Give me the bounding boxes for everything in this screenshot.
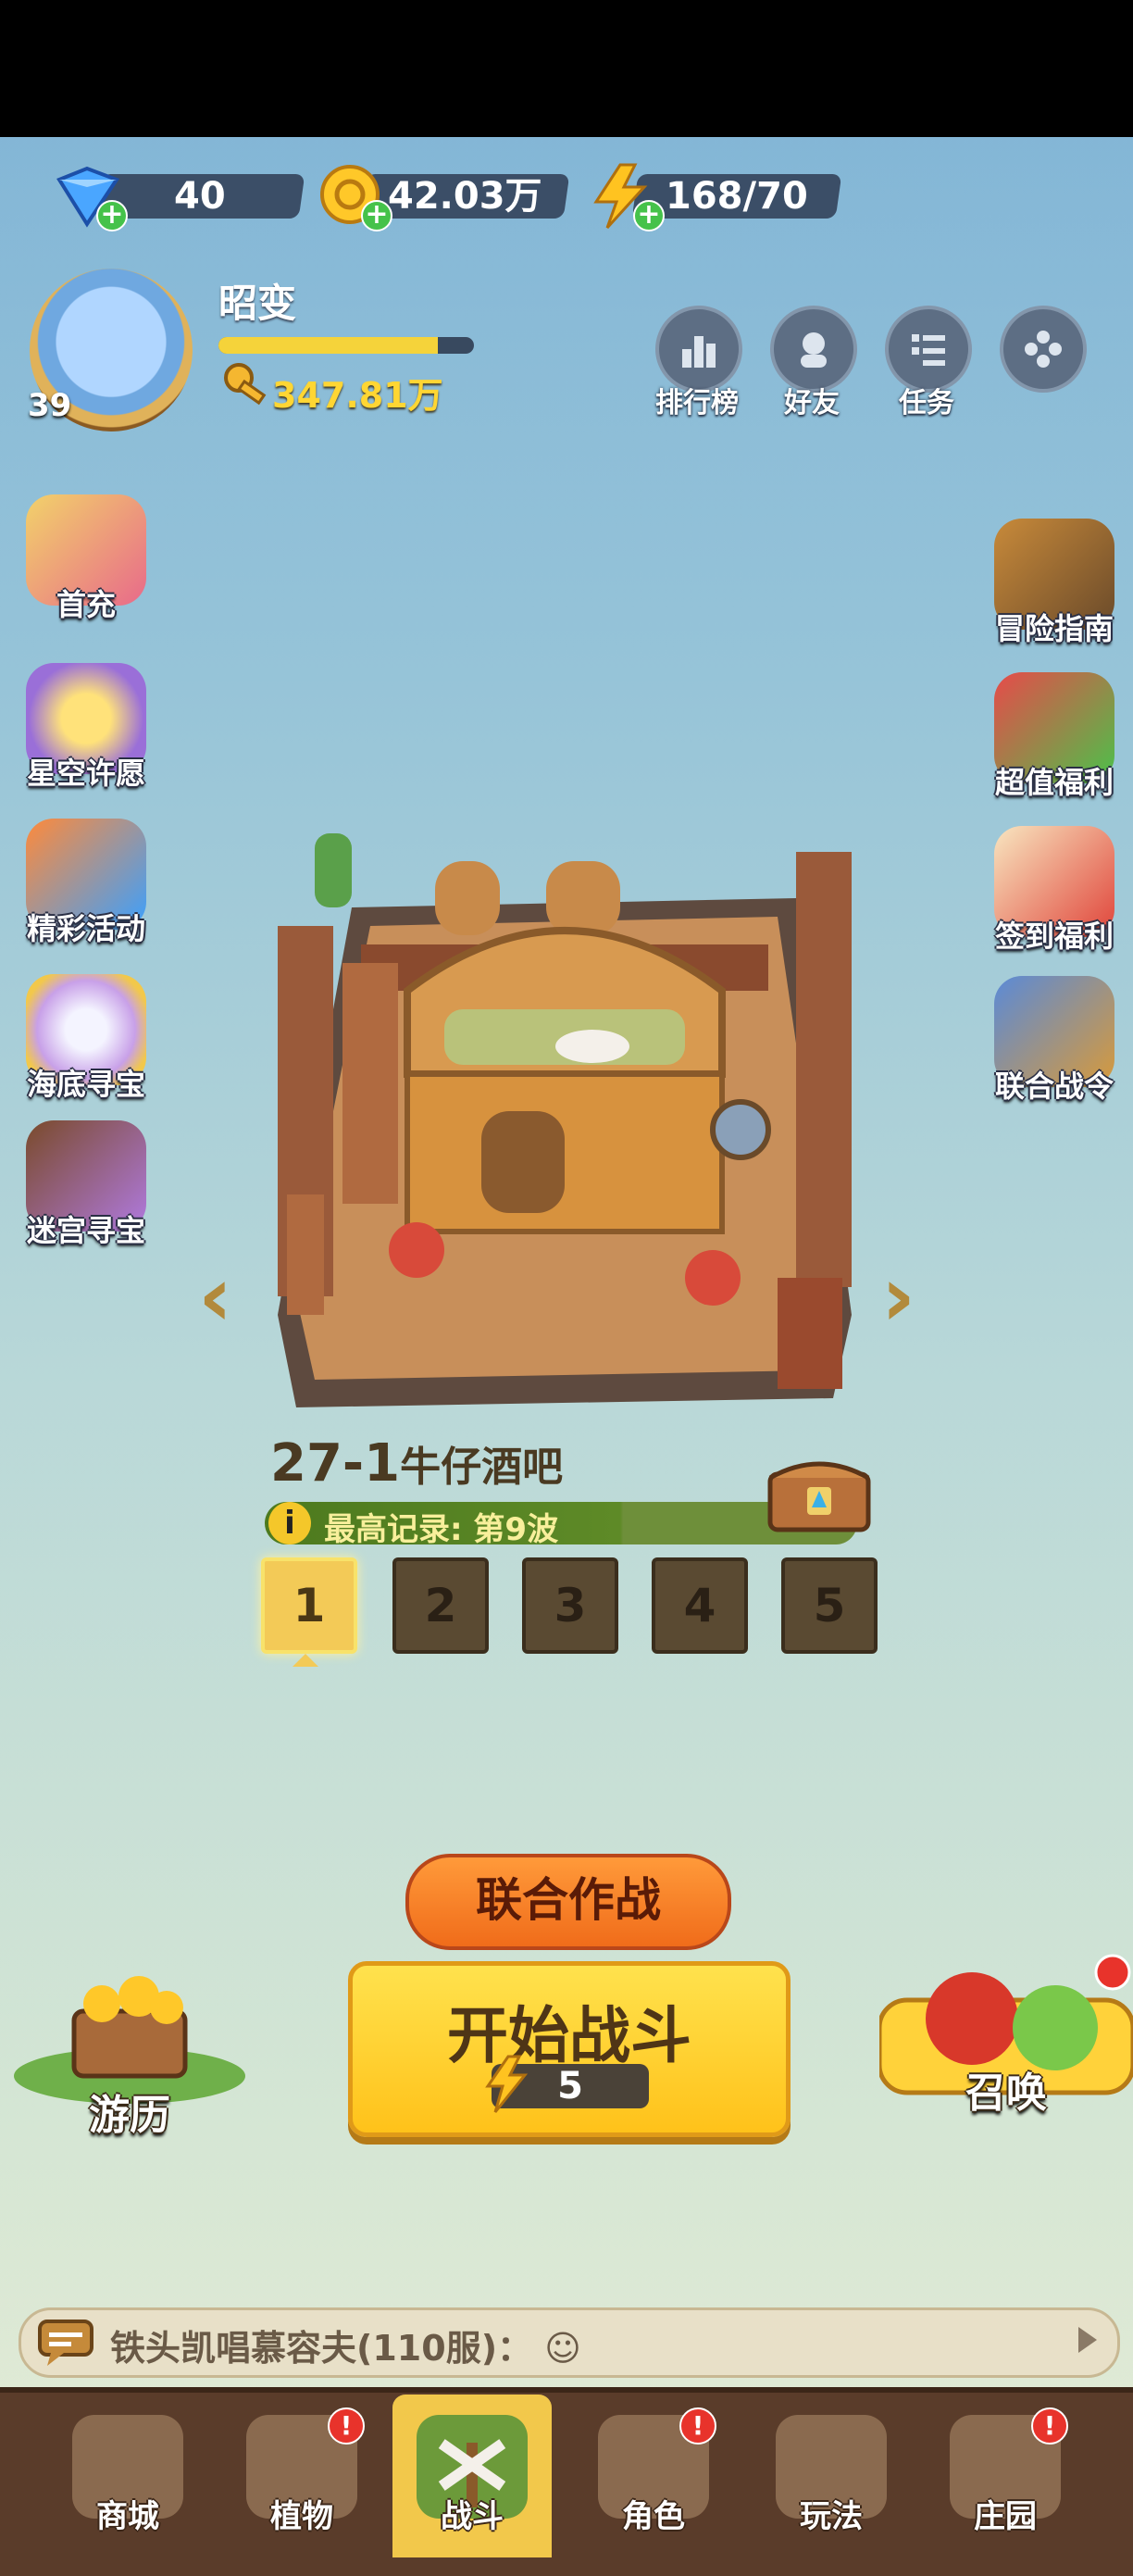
energy-currency[interactable]: 168/70 + [589,163,848,231]
info-icon[interactable]: i [268,1502,311,1544]
best-record: 最高记录: 第9波 [324,1511,559,1548]
wave-4-button[interactable]: 4 [652,1557,748,1654]
wave-3-button[interactable]: 3 [522,1557,618,1654]
tab-shop[interactable]: 商城 [48,2407,207,2570]
summon-button[interactable]: 召唤 [877,1945,1133,2119]
star-wish-label: 星空许愿 [26,756,145,791]
coin-currency[interactable]: 42.03万 + [317,163,576,231]
manor-alert-badge: ! [1031,2407,1068,2445]
tab-shop-label: 商城 [96,2498,159,2535]
start-cost-value: 5 [557,2065,583,2107]
value-benefit-label: 超值福利 [994,765,1114,800]
tab-plants[interactable]: ! 植物 [222,2407,381,2570]
battle-pass-button[interactable]: 联合战令 [976,976,1133,1106]
tab-battle[interactable]: 战斗 [392,2395,552,2557]
tab-manor[interactable]: ! 庄园 [926,2407,1085,2570]
tab-character-label: 角色 [622,2498,685,2535]
player-level: 39 [28,387,72,424]
tab-gameplay-label: 玩法 [800,2498,863,2535]
chat-expand-icon[interactable] [1078,2327,1097,2353]
checkin-label: 签到福利 [994,919,1114,954]
chat-message: 铁头凯唱慕容夫(110服)： ☺ [110,2320,581,2370]
guide-label: 冒险指南 [994,611,1114,646]
tab-manor-label: 庄园 [974,2498,1037,2535]
stage-title: 27-1牛仔酒吧 [270,1433,563,1494]
tasks-label: 任务 [899,387,954,419]
sea-treasure-button[interactable]: 海底寻宝 [7,974,165,1104]
tab-gameplay[interactable]: 玩法 [752,2407,911,2570]
first-charge-button[interactable]: 首充 [7,494,165,624]
more-icon [1000,306,1087,393]
chat-message-text: 铁头凯唱慕容夫(110服)： [110,2328,533,2369]
next-stage-arrow-icon[interactable]: › [881,1248,915,1345]
guide-button[interactable]: 冒险指南 [976,519,1133,648]
key-icon [224,363,267,406]
first-charge-label: 首充 [56,587,116,622]
journey-button[interactable]: 游历 [0,1965,259,2141]
events-button[interactable]: 精彩活动 [7,819,165,948]
checkin-button[interactable]: 签到福利 [976,826,1133,956]
star-wish-button[interactable]: 星空许愿 [7,663,165,793]
maze-treasure-button[interactable]: 迷宫寻宝 [7,1120,165,1250]
xp-fill [218,337,439,354]
friends-button[interactable]: 好友 [770,306,857,420]
ranking-button[interactable]: 排行榜 [655,306,742,420]
start-battle-label: 开始战斗 [447,2000,691,2071]
coop-battle-button[interactable]: 联合作战 [405,1854,731,1950]
friends-label: 好友 [784,387,840,419]
status-bar [0,0,1133,137]
more-button[interactable] [1000,306,1087,393]
add-diamond-icon[interactable]: + [96,200,128,231]
maze-treasure-label: 迷宫寻宝 [26,1213,145,1248]
energy-value: 168/70 [666,175,808,218]
diamond-value: 40 [174,175,226,218]
stage-scene-image[interactable] [241,796,889,1426]
value-benefit-button[interactable]: 超值福利 [976,672,1133,802]
diamond-currency[interactable]: 40 + [52,163,311,231]
tab-character[interactable]: ! 角色 [574,2407,733,2570]
stage-number: 27-1 [270,1433,401,1494]
events-label: 精彩活动 [26,911,145,946]
wave-1-button[interactable]: 1 [261,1557,357,1654]
add-energy-icon[interactable]: + [633,200,665,231]
coin-value: 42.03万 [387,175,542,218]
ranking-label: 排行榜 [655,387,739,419]
sea-treasure-label: 海底寻宝 [26,1067,145,1102]
battle-pass-label: 联合战令 [994,1069,1114,1104]
wave-5-button[interactable]: 5 [781,1557,878,1654]
chat-bubble-icon [38,2320,93,2366]
stage-name: 牛仔酒吧 [400,1444,564,1491]
tasks-button[interactable]: 任务 [885,306,972,420]
prev-stage-arrow-icon[interactable]: ‹ [198,1248,232,1345]
gold-amount: 347.81万 [272,375,443,416]
character-alert-badge: ! [679,2407,716,2445]
chat-emoji: ☺ [544,2328,581,2369]
start-battle-button[interactable]: 开始战斗 5 [348,1961,791,2137]
selected-wave-indicator-icon [293,1654,318,1667]
player-name: 昭变 [218,281,297,326]
lightning-icon [485,2055,529,2113]
xp-bar [218,337,474,354]
treasure-chest-icon[interactable] [765,1450,874,1535]
chat-bar[interactable]: 铁头凯唱慕容夫(110服)： ☺ [19,2307,1120,2378]
add-coin-icon[interactable]: + [361,200,392,231]
wave-2-button[interactable]: 2 [392,1557,489,1654]
tab-plants-label: 植物 [270,2498,333,2535]
plants-alert-badge: ! [328,2407,365,2445]
